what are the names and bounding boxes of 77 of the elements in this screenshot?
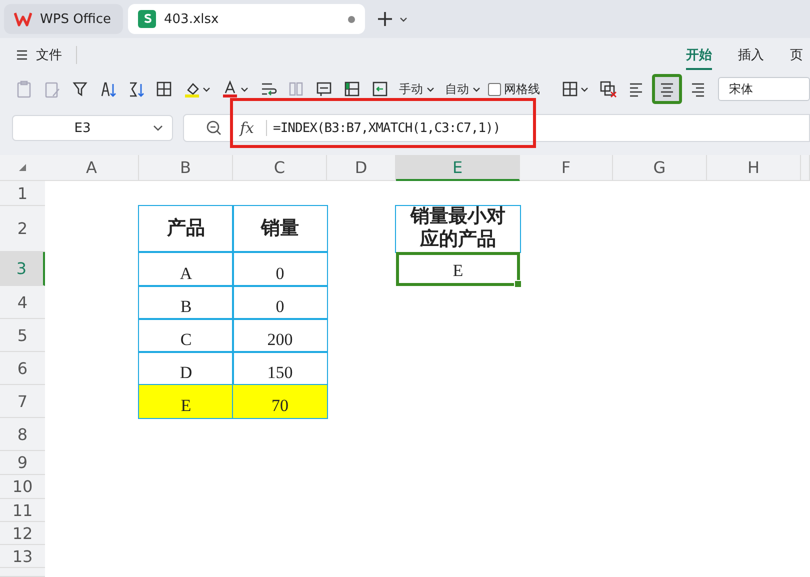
function-button[interactable]: fx <box>240 119 254 137</box>
row-header[interactable]: 8 <box>0 418 45 451</box>
table-cell[interactable]: A <box>139 252 233 286</box>
select-all-icon[interactable] <box>18 163 27 172</box>
checklist-icon <box>343 80 361 98</box>
column-header[interactable]: F <box>520 155 613 181</box>
row-header[interactable]: 1 <box>0 181 45 206</box>
merge-columns-icon <box>287 80 305 98</box>
table-cell[interactable]: 产品 <box>139 206 233 252</box>
table-cell[interactable]: D <box>139 352 233 385</box>
home-tab[interactable]: WPS Office <box>4 4 123 34</box>
caret-icon <box>472 84 481 94</box>
column-header[interactable]: C <box>233 155 327 181</box>
file-menu-button[interactable]: 文件 <box>16 46 62 64</box>
row-header[interactable]: 9 <box>0 451 45 475</box>
zoom-icon[interactable] <box>206 120 222 136</box>
column-header[interactable]: B <box>139 155 233 181</box>
table-cell[interactable]: E <box>139 385 233 418</box>
table-cell[interactable]: 销量 <box>233 206 327 252</box>
checkbox[interactable] <box>488 82 501 96</box>
column-header[interactable]: H <box>707 155 801 181</box>
formula-text[interactable]: =INDEX(B3:B7,XMATCH(1,C3:C7,1)) <box>273 120 500 136</box>
sheet-icon <box>138 10 156 28</box>
column-header[interactable]: E <box>396 155 520 181</box>
table-cell[interactable]: C <box>139 319 233 352</box>
filter-icon <box>71 80 89 98</box>
new-tab-icon[interactable] <box>376 10 394 28</box>
ribbon-tab[interactable]: 页 <box>790 40 803 70</box>
clipboard-icon <box>15 80 33 98</box>
row-header[interactable]: 13 <box>0 545 45 568</box>
row-header[interactable]: 6 <box>0 352 45 385</box>
caret-icon[interactable] <box>399 14 408 24</box>
dropdown-button[interactable]: 手动 <box>396 80 438 98</box>
clear-format-icon <box>599 80 617 98</box>
row-header[interactable]: 4 <box>0 286 45 319</box>
font-field[interactable]: 宋体 <box>718 77 810 101</box>
row-header[interactable]: 10 <box>0 475 45 499</box>
ribbon-tab[interactable]: 插入 <box>738 40 764 70</box>
table-cell[interactable]: 200 <box>233 319 327 352</box>
table-cell[interactable]: 0 <box>233 286 327 319</box>
table-cell[interactable]: E <box>396 252 520 286</box>
column-header[interactable]: G <box>613 155 707 181</box>
logo-icon <box>14 11 32 27</box>
table-grid-icon <box>155 80 173 98</box>
fill-handle[interactable] <box>514 280 522 288</box>
table-cell[interactable]: 销量最小对应的产品 <box>396 206 520 252</box>
caret-icon <box>202 84 211 94</box>
sort-icon <box>127 80 145 98</box>
insert-box-icon <box>371 80 389 98</box>
ribbon-tab[interactable]: 开始 <box>686 40 712 70</box>
menu-icon <box>16 49 28 61</box>
row-header[interactable]: 5 <box>0 319 45 352</box>
table-cell[interactable]: B <box>139 286 233 319</box>
row-header[interactable]: 11 <box>0 499 45 522</box>
row-header[interactable]: 2 <box>0 206 45 252</box>
row-header[interactable]: 12 <box>0 522 45 545</box>
checkbox-label[interactable]: 网格线 <box>504 80 540 98</box>
row-box-icon <box>315 80 333 98</box>
sort-icon <box>99 80 117 98</box>
name-box[interactable]: E3 <box>12 115 173 141</box>
font-color-icon <box>221 80 239 98</box>
row-header[interactable]: 3 <box>0 252 45 286</box>
borders-icon <box>561 80 579 98</box>
table-cell[interactable]: 150 <box>233 352 327 385</box>
row-header[interactable]: 7 <box>0 385 45 418</box>
dropdown-button[interactable]: 自动 <box>442 80 484 98</box>
clipboard-brush-icon <box>43 80 61 98</box>
caret-icon <box>580 84 589 94</box>
caret-icon <box>426 84 435 94</box>
caret-icon <box>240 84 249 94</box>
file-tab[interactable]: 403.xlsx <box>128 4 365 34</box>
column-header[interactable]: D <box>327 155 396 181</box>
table-cell[interactable]: 70 <box>233 385 327 418</box>
unsaved-dot-icon <box>348 16 355 22</box>
table-cell[interactable]: 0 <box>233 252 327 286</box>
column-header[interactable]: A <box>45 155 139 181</box>
align-center-button[interactable] <box>652 74 682 104</box>
